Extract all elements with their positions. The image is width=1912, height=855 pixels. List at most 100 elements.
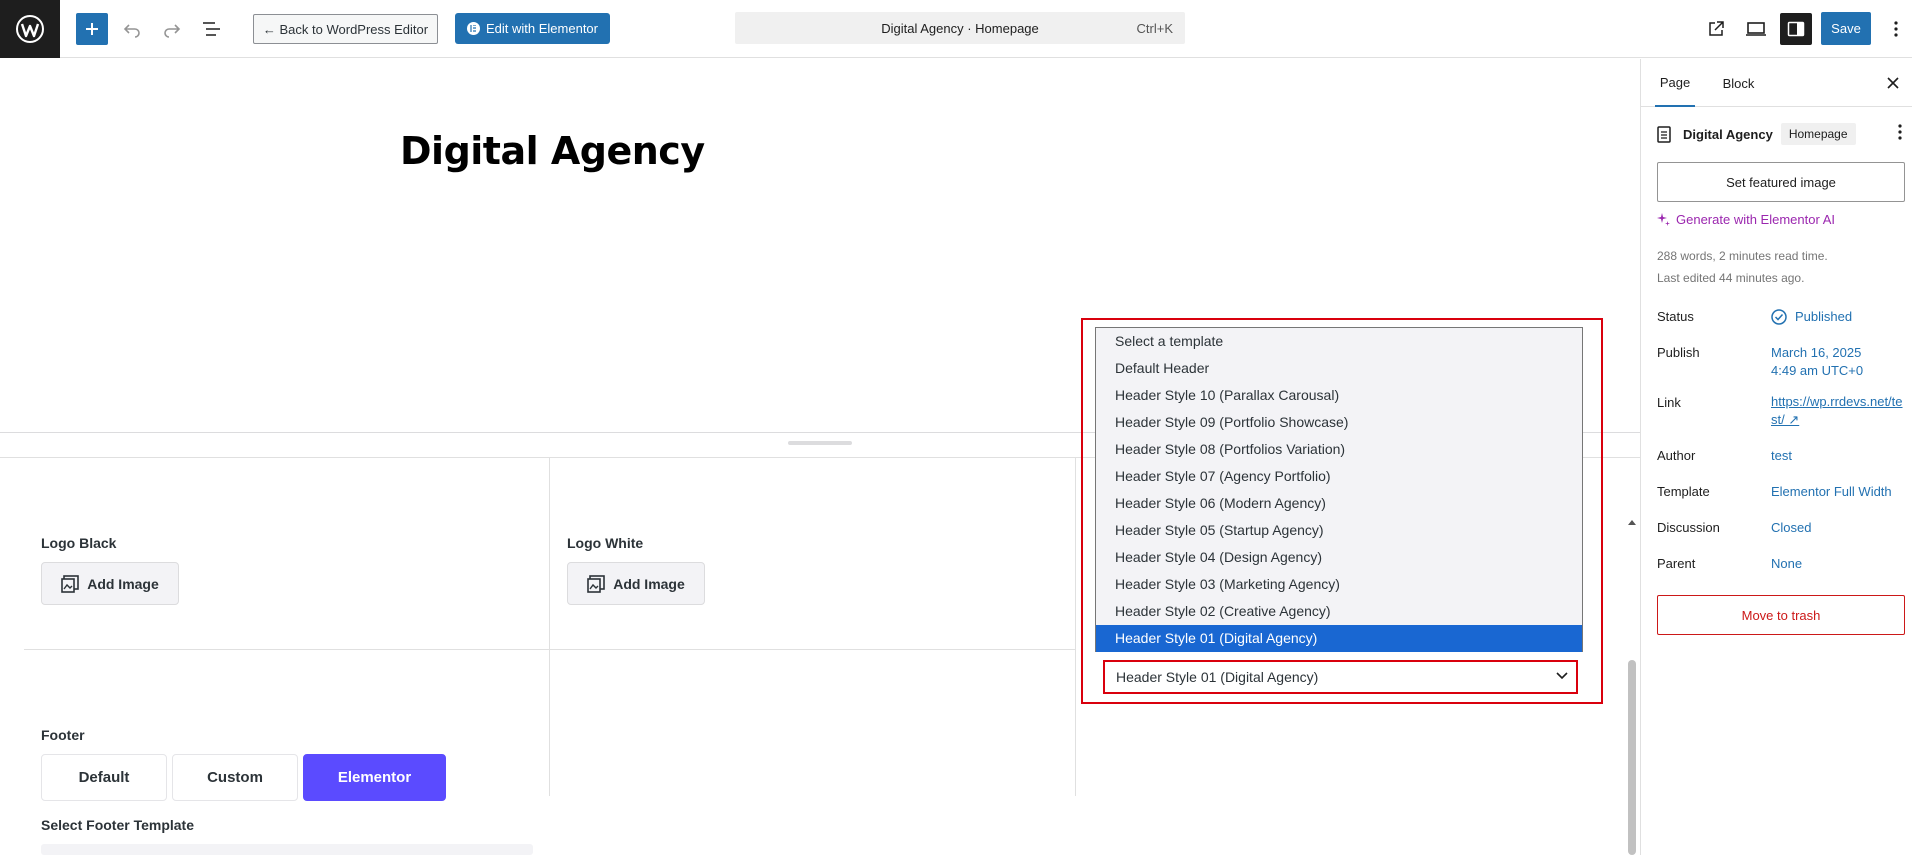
- edit-with-elementor-label: Edit with Elementor: [486, 21, 598, 36]
- header-template-select[interactable]: Header Style 01 (Digital Agency): [1103, 660, 1578, 694]
- header-option[interactable]: Select a template: [1096, 328, 1582, 355]
- discussion-value[interactable]: Closed: [1771, 519, 1811, 537]
- elementor-icon: [467, 22, 480, 35]
- footer-option-custom[interactable]: Custom: [172, 754, 298, 801]
- header-option[interactable]: Header Style 06 (Modern Agency): [1096, 490, 1582, 517]
- status-label: Status: [1657, 309, 1694, 324]
- header-option[interactable]: Header Style 05 (Startup Agency): [1096, 517, 1582, 544]
- publish-date: March 16, 2025: [1771, 345, 1862, 360]
- header-template-listbox[interactable]: Select a template Default Header Header …: [1095, 327, 1583, 652]
- header-option[interactable]: Header Style 08 (Portfolios Variation): [1096, 436, 1582, 463]
- status-value-label: Published: [1795, 309, 1853, 324]
- header-option-selected[interactable]: Header Style 01 (Digital Agency): [1096, 625, 1582, 652]
- image-icon: [61, 574, 80, 593]
- status-value[interactable]: Published: [1771, 308, 1852, 326]
- meta-boxes-resize-handle[interactable]: [788, 441, 852, 445]
- document-overview-button[interactable]: [196, 13, 228, 45]
- set-featured-image-button[interactable]: Set featured image: [1657, 162, 1905, 202]
- sidebar-icon: [1787, 21, 1805, 37]
- command-palette-bar[interactable]: Digital Agency · Homepage Ctrl+K: [735, 12, 1185, 44]
- close-sidebar-button[interactable]: [1883, 73, 1903, 93]
- close-icon: [1887, 77, 1899, 89]
- plus-icon: [86, 23, 98, 35]
- header-option[interactable]: Header Style 03 (Marketing Agency): [1096, 571, 1582, 598]
- scroll-up-arrow-icon[interactable]: [1627, 516, 1637, 528]
- template-label: Template: [1657, 484, 1710, 499]
- document-stats: 288 words, 2 minutes read time. Last edi…: [1657, 245, 1828, 289]
- word-count-text: 288 words, 2 minutes read time.: [1657, 249, 1828, 263]
- redo-icon: [164, 24, 181, 38]
- document-title: Digital Agency: [1683, 126, 1773, 142]
- generate-with-ai-label: Generate with Elementor AI: [1676, 212, 1835, 227]
- link-label: Link: [1657, 395, 1681, 410]
- select-footer-template-label: Select Footer Template: [41, 817, 195, 833]
- view-page-button[interactable]: [1700, 13, 1732, 45]
- sidebar-tabs: Page Block: [1641, 59, 1912, 107]
- published-check-icon: [1771, 309, 1787, 325]
- command-shortcut: Ctrl+K: [1136, 21, 1173, 36]
- author-value[interactable]: test: [1771, 447, 1792, 465]
- template-value[interactable]: Elementor Full Width: [1771, 483, 1892, 501]
- undo-icon: [123, 24, 140, 38]
- discussion-label: Discussion: [1657, 520, 1720, 535]
- document-summary: Digital Agency Homepage: [1657, 121, 1902, 147]
- header-option[interactable]: Header Style 10 (Parallax Carousal): [1096, 382, 1582, 409]
- document-actions-button[interactable]: [1898, 124, 1902, 143]
- footer-option-default[interactable]: Default: [41, 754, 167, 801]
- add-image-label: Add Image: [87, 575, 159, 592]
- author-label: Author: [1657, 448, 1696, 463]
- preview-device-button[interactable]: [1740, 13, 1772, 45]
- sparkle-icon: [1657, 213, 1670, 226]
- logo-white-add-image-button[interactable]: Add Image: [567, 562, 705, 605]
- meta-scrollbar[interactable]: [1627, 516, 1637, 855]
- generate-with-ai-link[interactable]: Generate with Elementor AI: [1657, 212, 1835, 227]
- settings-sidebar-toggle[interactable]: [1780, 13, 1812, 45]
- redo-button[interactable]: [156, 13, 188, 45]
- permalink-link[interactable]: https://wp.rrdevs.net/test/ ↗: [1771, 393, 1903, 429]
- meta-column-divider: [1075, 457, 1076, 796]
- kebab-menu-icon: [1894, 21, 1898, 37]
- header-select-value: Header Style 01 (Digital Agency): [1116, 669, 1319, 685]
- desktop-icon: [1746, 22, 1766, 36]
- settings-sidebar: Page Block Digital Agency Homepage Set f…: [1640, 59, 1912, 855]
- header-option[interactable]: Default Header: [1096, 355, 1582, 382]
- meta-column-divider: [549, 457, 550, 796]
- last-edited-text: Last edited 44 minutes ago.: [1657, 271, 1805, 285]
- meta-row-divider: [24, 649, 1076, 650]
- options-menu-button[interactable]: [1880, 13, 1912, 45]
- editor-toolbar: ← Back to WordPress Editor Edit with Ele…: [0, 0, 1912, 58]
- footer-label: Footer: [41, 727, 85, 743]
- kebab-menu-icon: [1898, 124, 1902, 140]
- header-option[interactable]: Header Style 02 (Creative Agency): [1096, 598, 1582, 625]
- parent-value[interactable]: None: [1771, 555, 1802, 573]
- image-icon: [587, 574, 606, 593]
- scrollbar-thumb[interactable]: [1628, 660, 1636, 855]
- chevron-down-icon: [1556, 672, 1568, 680]
- page-title[interactable]: Digital Agency: [400, 129, 705, 173]
- logo-black-add-image-button[interactable]: Add Image: [41, 562, 179, 605]
- wordpress-logo-icon[interactable]: [0, 0, 60, 58]
- back-to-wordpress-button[interactable]: ← Back to WordPress Editor: [253, 14, 438, 44]
- page-icon: [1657, 125, 1671, 143]
- parent-label: Parent: [1657, 556, 1696, 571]
- block-inserter-button[interactable]: [76, 13, 108, 45]
- publish-time: 4:49 am UTC+0: [1771, 363, 1864, 378]
- header-option[interactable]: Header Style 07 (Agency Portfolio): [1096, 463, 1582, 490]
- logo-white-label: Logo White: [567, 535, 644, 551]
- move-to-trash-button[interactable]: Move to trash: [1657, 595, 1905, 635]
- header-option[interactable]: Header Style 09 (Portfolio Showcase): [1096, 409, 1582, 436]
- undo-button[interactable]: [116, 13, 148, 45]
- homepage-badge: Homepage: [1780, 123, 1856, 145]
- save-button[interactable]: Save: [1821, 12, 1871, 45]
- tab-block[interactable]: Block: [1716, 59, 1761, 107]
- edit-with-elementor-button[interactable]: Edit with Elementor: [455, 13, 610, 44]
- logo-black-label: Logo Black: [41, 535, 117, 551]
- footer-option-elementor[interactable]: Elementor: [303, 754, 446, 801]
- footer-template-select[interactable]: [41, 844, 533, 855]
- header-option[interactable]: Header Style 04 (Design Agency): [1096, 544, 1582, 571]
- publish-label: Publish: [1657, 345, 1700, 360]
- publish-date-value[interactable]: March 16, 2025 4:49 am UTC+0: [1771, 344, 1863, 380]
- list-view-icon: [203, 22, 220, 36]
- external-link-icon: [1709, 21, 1724, 36]
- tab-page[interactable]: Page: [1655, 59, 1695, 107]
